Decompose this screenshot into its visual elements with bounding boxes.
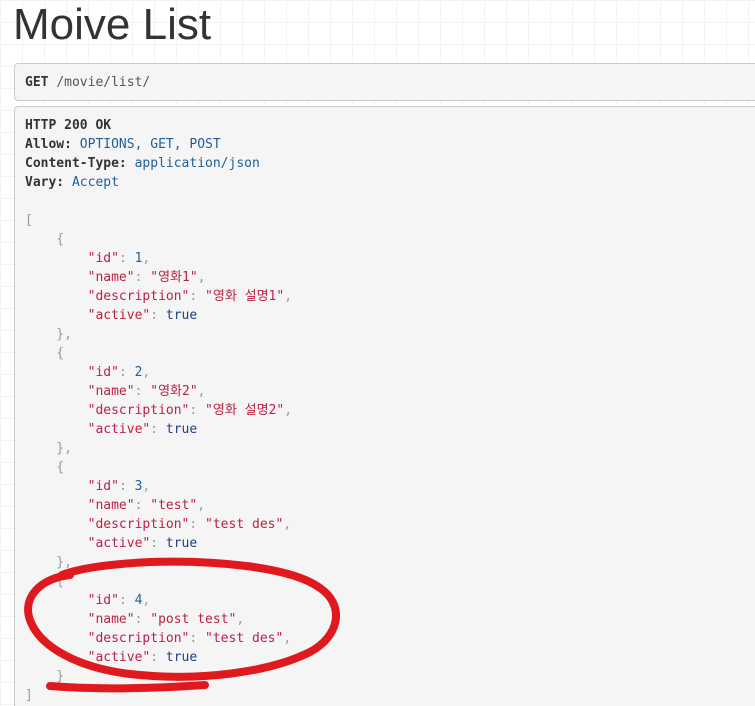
object-close-brace: }, [25,441,72,456]
json-line: "name": "영화2", [87,384,206,399]
response-status: HTTP 200 OK [25,118,112,133]
json-line: "active": true [87,422,198,437]
request-info: GET /movie/list/ [14,63,755,101]
object-open-brace: { [25,460,65,475]
header-name: Allow: [25,137,72,152]
json-key: "id" [87,479,119,494]
json-value: true [165,308,198,323]
json-line: "description": "영화 설명1", [87,289,293,304]
json-key: "name" [87,612,135,627]
object-close-brace: }, [25,555,72,570]
json-value: "test des" [205,631,284,646]
json-line: "description": "test des", [87,517,292,532]
json-key: "active" [87,536,151,551]
json-line: "id": 3, [87,479,151,494]
request-path: /movie/list/ [56,75,151,90]
response-body: HTTP 200 OK Allow: OPTIONS, GET, POST Cont… [14,106,755,706]
json-value: "test" [150,498,198,513]
json-value: "test des" [205,517,284,532]
json-line: "id": 2, [87,365,151,380]
header-name: Content-Type: [25,156,127,171]
json-key: "active" [87,650,151,665]
array-close-bracket: ] [25,688,33,703]
json-value: true [165,650,198,665]
json-line: "active": true [87,308,198,323]
json-line: "name": "post test", [87,612,245,627]
response-header: Vary: Accept [25,173,755,192]
header-value: OPTIONS, GET, POST [79,137,221,152]
json-line: "id": 1, [87,251,151,266]
object-open-brace: { [25,346,65,361]
json-key: "description" [87,631,190,646]
json-key: "description" [87,403,190,418]
json-value: "영화 설명2" [205,403,285,418]
json-key: "name" [87,270,135,285]
request-method: GET [25,75,49,90]
json-key: "description" [87,289,190,304]
json-line: "name": "test", [87,498,206,513]
json-value: "영화1" [150,270,198,285]
object-close-brace: }, [25,327,72,342]
json-line: "active": true [87,536,198,551]
object-open-brace: { [25,232,65,247]
response-header: Allow: OPTIONS, GET, POST [25,135,755,154]
json-value: true [165,422,198,437]
array-open-bracket: [ [25,213,33,228]
json-line: "description": "test des", [87,631,292,646]
json-value: "영화 설명1" [205,289,285,304]
json-key: "name" [87,498,135,513]
json-key: "description" [87,517,190,532]
header-value: application/json [134,156,260,171]
json-value: true [165,536,198,551]
page-title: Moive List [13,0,212,49]
json-line: "active": true [87,650,198,665]
json-line: "description": "영화 설명2", [87,403,293,418]
json-key: "id" [87,251,119,266]
object-close-brace: } [25,669,65,684]
json-line: "id": 4, [87,593,151,608]
object-open-brace: { [25,574,65,589]
json-key: "name" [87,384,135,399]
header-value: Accept [71,175,119,190]
json-value: "post test" [150,612,237,627]
response-header: Content-Type: application/json [25,154,755,173]
json-key: "active" [87,308,151,323]
json-key: "id" [87,593,119,608]
json-key: "active" [87,422,151,437]
json-key: "id" [87,365,119,380]
header-name: Vary: [25,175,65,190]
json-line: "name": "영화1", [87,270,206,285]
json-value: "영화2" [150,384,198,399]
